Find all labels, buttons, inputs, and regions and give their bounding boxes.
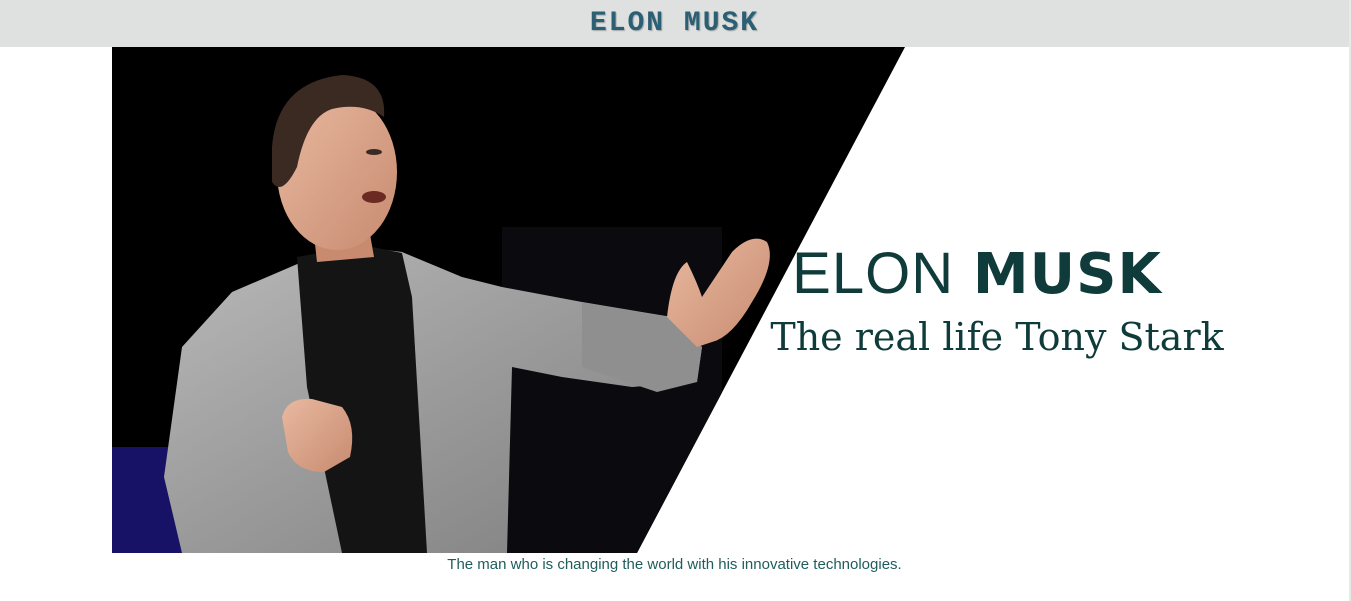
- hero-caption: The man who is changing the world with h…: [447, 556, 902, 573]
- hero-text-block: ELON MUSK The real life Tony Stark: [762, 242, 1232, 361]
- hero-name-first: ELON: [792, 241, 955, 306]
- site-header: ELON MUSK: [0, 0, 1349, 47]
- hero-banner: ELON MUSK The real life Tony Stark: [112, 47, 1232, 553]
- hero-tagline: The real life Tony Stark: [770, 315, 1224, 359]
- hero-name-last: MUSK: [972, 242, 1162, 307]
- hero-heading: ELON MUSK: [722, 242, 1232, 307]
- site-title: ELON MUSK: [589, 8, 760, 39]
